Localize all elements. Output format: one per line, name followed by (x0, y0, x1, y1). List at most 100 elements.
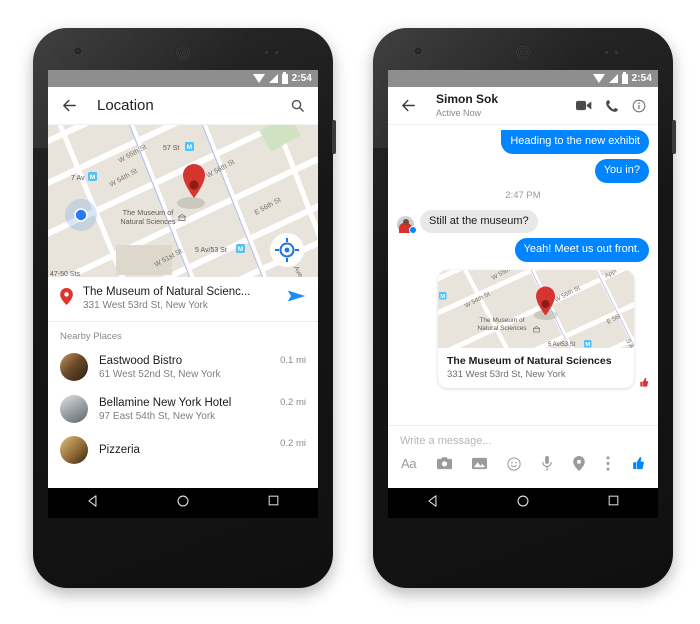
text-format-icon[interactable]: Aa (401, 456, 417, 471)
message-thread[interactable]: Heading to the new exhibit You in? 2:47 … (388, 125, 658, 425)
svg-text:M: M (187, 144, 192, 151)
place-text: Bellamine New York Hotel 97 East 54th St… (99, 397, 269, 422)
conversation-title[interactable]: Simon Sok Active Now (436, 92, 568, 118)
map-graphic: W 55th St W 54th St W 56th St E 56t Appl… (438, 270, 634, 348)
signal-icon (608, 74, 618, 83)
header-actions (576, 99, 646, 113)
page-title: Location (97, 97, 154, 114)
nav-home-icon[interactable] (516, 494, 530, 513)
android-nav-bar (48, 488, 318, 518)
svg-text:The Museum of: The Museum of (123, 208, 175, 217)
signal-icon (268, 74, 278, 83)
back-arrow-icon[interactable] (398, 96, 418, 116)
message-row: Heading to the new exhibit (397, 130, 649, 154)
right-phone-device: 2:54 Simon Sok Active Now Heading to the… (373, 28, 676, 588)
battery-icon (281, 71, 288, 84)
status-bar-time: 2:54 (631, 73, 652, 84)
phone-call-icon[interactable] (605, 99, 619, 113)
info-icon[interactable] (632, 99, 646, 113)
back-arrow-icon[interactable] (59, 96, 79, 116)
list-item[interactable]: Pizzeria 0.2 mi (48, 430, 318, 471)
message-input[interactable]: Write a message... (400, 435, 646, 447)
avatar (397, 216, 417, 235)
svg-text:5 Av/53 St: 5 Av/53 St (195, 247, 227, 254)
place-name: Pizzeria (99, 444, 140, 456)
place-thumbnail (60, 436, 88, 464)
list-item[interactable]: Eastwood Bistro 61 West 52nd St, New Yor… (48, 346, 318, 388)
place-distance: 0.2 mi (280, 438, 306, 449)
front-camera (415, 48, 421, 54)
nav-home-icon[interactable] (176, 494, 190, 513)
shared-location-card[interactable]: W 55th St W 54th St W 56th St E 56t Appl… (438, 270, 634, 388)
selected-location-text: The Museum of Natural Scienc... 331 West… (83, 286, 277, 311)
contact-name: Simon Sok (436, 92, 499, 107)
place-distance: 0.2 mi (280, 397, 306, 408)
place-address: 61 West 52nd St, New York (99, 368, 221, 380)
shared-location-title: The Museum of Natural Sciences (447, 355, 612, 367)
power-button[interactable] (672, 120, 676, 154)
wifi-icon (592, 73, 605, 83)
message-timestamp: 2:47 PM (505, 189, 541, 201)
message-bubble-outgoing[interactable]: You in? (594, 158, 649, 183)
message-composer[interactable]: Write a message... (388, 425, 658, 447)
send-icon[interactable] (287, 288, 306, 309)
svg-text:M: M (440, 294, 445, 300)
message-row: W 55th St W 54th St W 56th St E 56t Appl… (397, 270, 649, 388)
message-bubble-incoming[interactable]: Still at the museum? (420, 209, 538, 234)
nav-back-icon[interactable] (426, 494, 440, 513)
selected-location-row[interactable]: The Museum of Natural Scienc... 331 West… (48, 277, 318, 322)
screenshot-canvas: 2:54 Location W 55th St W 54th St W 56th… (0, 0, 700, 624)
nav-recents-icon[interactable] (267, 494, 280, 512)
shared-location-address: 331 West 53rd St, New York (447, 369, 566, 380)
messenger-app-bar: Simon Sok Active Now (388, 87, 658, 125)
status-bar-time: 2:54 (291, 73, 312, 84)
power-button[interactable] (332, 120, 336, 154)
location-map[interactable]: W 55th St W 54th St W 56th St E 56th St … (48, 125, 318, 277)
place-thumbnail (60, 395, 88, 423)
message-row: Yeah! Meet us out front. (397, 238, 649, 262)
nav-back-icon[interactable] (86, 494, 100, 513)
proximity-sensors (265, 51, 289, 55)
proximity-sensors (605, 51, 629, 55)
image-icon[interactable] (471, 457, 487, 470)
front-camera (75, 48, 81, 54)
selected-location-address: 331 West 53rd St, New York (83, 300, 208, 311)
map-graphic: W 55th St W 54th St W 56th St E 56th St … (48, 125, 318, 277)
microphone-icon[interactable] (541, 456, 553, 471)
location-pin-icon (60, 287, 73, 310)
place-thumbnail (60, 353, 88, 381)
svg-text:5 Av/53 St: 5 Av/53 St (548, 342, 576, 348)
thumbs-up-icon[interactable] (630, 456, 645, 471)
svg-text:M: M (585, 342, 590, 348)
video-call-icon[interactable] (576, 99, 592, 112)
svg-text:The Museum of: The Museum of (479, 317, 524, 324)
camera-icon[interactable] (436, 457, 452, 470)
search-icon[interactable] (287, 96, 307, 116)
thumbs-up-reaction-icon[interactable] (638, 375, 649, 387)
svg-text:M: M (238, 246, 243, 253)
place-name: Bellamine New York Hotel (99, 396, 232, 409)
place-address: 97 East 54th St, New York (99, 410, 216, 422)
contact-presence: Active Now (436, 107, 482, 118)
left-phone-device: 2:54 Location W 55th St W 54th St W 56th… (33, 28, 336, 588)
android-nav-bar (388, 488, 658, 518)
message-bubble-outgoing[interactable]: Yeah! Meet us out front. (514, 238, 649, 262)
earpiece-speaker (514, 44, 532, 61)
earpiece-speaker (174, 44, 192, 61)
nav-recents-icon[interactable] (607, 494, 620, 512)
status-bar: 2:54 (48, 70, 318, 87)
message-row: Still at the museum? (397, 209, 649, 235)
emoji-icon[interactable] (507, 456, 521, 471)
location-pin-icon[interactable] (573, 456, 586, 471)
battery-icon (621, 71, 628, 84)
left-phone-screen: 2:54 Location W 55th St W 54th St W 56th… (48, 70, 318, 518)
message-row: You in? (397, 158, 649, 183)
message-bubble-outgoing[interactable]: Heading to the new exhibit (501, 130, 649, 154)
svg-text:47-50 Sts: 47-50 Sts (50, 271, 80, 277)
place-distance: 0.1 mi (280, 355, 306, 366)
composer-toolbar: Aa (388, 447, 658, 479)
selected-location-name: The Museum of Natural Scienc... (83, 286, 251, 298)
more-vertical-icon[interactable] (606, 456, 610, 471)
list-item[interactable]: Bellamine New York Hotel 97 East 54th St… (48, 388, 318, 430)
seen-indicator-icon (409, 226, 417, 235)
